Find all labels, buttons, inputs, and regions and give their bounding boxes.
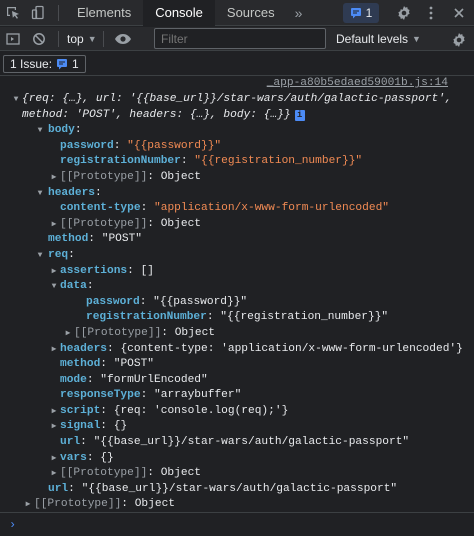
tree-row-req-data-regnum: registrationNumber: "{{registration_numb…	[86, 311, 389, 324]
tree-row-req-method: method: "POST"	[60, 358, 155, 371]
log-summary-line-2: method: 'POST', headers: {…}, body: {…}}…	[0, 108, 474, 124]
toolbar-divider	[58, 30, 59, 47]
settings-gear-icon[interactable]	[391, 0, 417, 26]
tree-row-req-url: url: "{{base_url}}/star-wars/auth/galact…	[60, 436, 410, 449]
expand-arrow-icon[interactable]: ▶	[22, 497, 34, 513]
device-toolbar-icon[interactable]	[26, 0, 52, 26]
tree-row-url: url: "{{base_url}}/star-wars/auth/galact…	[48, 482, 398, 495]
tab-sources[interactable]: Sources	[215, 0, 287, 26]
expand-arrow-icon[interactable]: ▼	[34, 123, 46, 139]
tree-row-req[interactable]: ▼ req:	[0, 248, 474, 264]
expand-arrow-icon[interactable]: ▶	[48, 342, 60, 358]
expand-arrow-icon[interactable]: ▶	[48, 466, 60, 482]
issues-label: 1 Issue:	[10, 56, 53, 71]
tree-row-req-signal[interactable]: ▶ signal: {}	[0, 419, 474, 435]
devtools-tabbar: Elements Console Sources » 1	[0, 0, 474, 26]
tree-row-req-response-type: responseType: "arraybuffer"	[60, 389, 242, 402]
tree-row-body-regnum: registrationNumber: "{{registration_numb…	[60, 155, 363, 168]
source-line: _app-a80b5edaed59001b.js:14	[0, 77, 474, 92]
console-prompt[interactable]: ›	[0, 512, 474, 536]
tree-row-body-prototype[interactable]: ▶ [[Prototype]]: Object	[0, 170, 474, 186]
message-icon	[57, 58, 68, 69]
tree-row-headers-content-type: content-type: "application/x-www-form-ur…	[60, 202, 389, 215]
prompt-chevron-icon: ›	[9, 517, 17, 532]
kebab-menu-icon[interactable]	[418, 0, 444, 26]
context-value: top	[67, 31, 84, 46]
tree-row-req-data[interactable]: ▼ data:	[0, 279, 474, 295]
tree-row-req-vars[interactable]: ▶ vars: {}	[0, 451, 474, 467]
clear-console-icon[interactable]	[26, 26, 52, 52]
tree-row-req-script[interactable]: ▶ script: {req: 'console.log(req);'}	[0, 404, 474, 420]
expand-arrow-icon[interactable]: ▶	[48, 170, 60, 186]
tree-row-req-data-password: password: "{{password}}"	[86, 295, 248, 308]
info-icon[interactable]: i	[294, 109, 305, 121]
context-selector[interactable]: top ▼	[67, 32, 97, 46]
tree-row-body[interactable]: ▼ body:	[0, 123, 474, 139]
expand-arrow-icon[interactable]: ▶	[62, 326, 74, 342]
tree-row-headers-prototype[interactable]: ▶ [[Prototype]]: Object	[0, 217, 474, 233]
expand-arrow-icon[interactable]: ▼	[34, 186, 46, 202]
issues-bar: 1 Issue: 1	[0, 52, 474, 76]
console-output: _app-a80b5edaed59001b.js:14 ▼ {req: {…}, …	[0, 77, 474, 512]
inspect-element-icon[interactable]	[0, 0, 26, 26]
tree-row-body-password: password: "{{password}}"	[60, 139, 222, 152]
expand-arrow-icon[interactable]: ▶	[48, 217, 60, 233]
tree-row-req-mode: mode: "formUrlEncoded"	[60, 373, 208, 386]
tree-row-headers[interactable]: ▼ headers:	[0, 186, 474, 202]
tree-row-method: method: "POST"	[48, 233, 143, 246]
toolbar-divider	[102, 30, 104, 47]
console-settings-gear-icon[interactable]	[446, 27, 472, 53]
toolbar-divider	[58, 4, 59, 21]
expand-arrow-icon[interactable]: ▶	[48, 451, 60, 467]
issues-count: 1	[365, 6, 373, 20]
log-summary-line[interactable]: ▼ {req: {…}, url: '{{base_url}}/star-wars…	[0, 92, 474, 108]
console-toolbar: top ▼ Default levels ▼	[0, 27, 474, 51]
expand-arrow-icon[interactable]: ▶	[48, 419, 60, 435]
expand-arrow-icon[interactable]: ▼	[10, 92, 22, 108]
tab-console[interactable]: Console	[143, 0, 215, 26]
expand-arrow-icon[interactable]: ▼	[34, 248, 46, 264]
more-tabs-button[interactable]: »	[287, 5, 311, 21]
tree-row-req-assertions[interactable]: ▶ assertions: []	[0, 264, 474, 280]
log-levels-value: Default levels	[336, 32, 409, 46]
sidebar-toggle-icon[interactable]	[0, 26, 26, 52]
source-link[interactable]: _app-a80b5edaed59001b.js:14	[267, 77, 448, 89]
tab-elements[interactable]: Elements	[65, 0, 143, 26]
tree-row-root-prototype[interactable]: ▶ [[Prototype]]: Object	[0, 497, 474, 513]
expand-arrow-icon[interactable]: ▶	[48, 404, 60, 420]
chevron-down-icon: ▼	[412, 34, 421, 44]
expand-arrow-icon[interactable]: ▼	[48, 279, 60, 295]
log-levels-dropdown[interactable]: Default levels ▼	[336, 27, 421, 51]
tree-row-req-data-prototype[interactable]: ▶ [[Prototype]]: Object	[0, 326, 474, 342]
tree-row-req-headers[interactable]: ▶ headers: {content-type: 'application/x-…	[0, 342, 474, 358]
issues-bar-count: 1	[72, 56, 79, 71]
live-expression-eye-icon[interactable]	[110, 26, 136, 52]
chevron-down-icon: ▼	[87, 33, 97, 44]
tree-row-req-prototype[interactable]: ▶ [[Prototype]]: Object	[0, 466, 474, 482]
message-icon	[350, 8, 361, 19]
close-icon[interactable]	[446, 0, 472, 26]
filter-input[interactable]	[154, 28, 326, 49]
expand-arrow-icon[interactable]: ▶	[48, 264, 60, 280]
issues-button[interactable]: 1 Issue: 1	[3, 54, 86, 73]
issues-counter-button[interactable]: 1	[343, 3, 379, 23]
